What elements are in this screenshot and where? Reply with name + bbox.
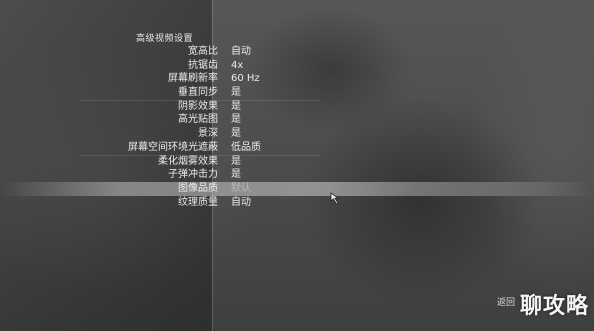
setting-value[interactable]: 是	[231, 168, 241, 182]
setting-label: 纹理质量	[178, 196, 218, 208]
setting-row-aspect-ratio[interactable]: 宽高比 自动	[0, 45, 594, 59]
setting-label: 子弹冲击力	[168, 169, 218, 181]
setting-value[interactable]: 默认	[231, 182, 251, 196]
setting-value[interactable]: 是	[231, 86, 241, 100]
setting-row-depth-of-field[interactable]: 景深 是	[0, 127, 594, 141]
mouse-cursor-icon	[330, 192, 340, 205]
back-button[interactable]: 返回	[497, 295, 515, 308]
setting-row-anti-aliasing[interactable]: 抗锯齿 4x	[0, 59, 594, 73]
setting-value[interactable]: 是	[231, 127, 241, 141]
setting-row-image-quality[interactable]: 图像品质 默认	[0, 181, 594, 196]
setting-label: 屏幕刷新率	[168, 73, 218, 85]
setting-row-specular-maps[interactable]: 高光贴图 是	[0, 113, 594, 127]
setting-row-bullet-impact[interactable]: 子弹冲击力 是	[0, 168, 594, 182]
watermark-logo: 聊攻略	[520, 294, 590, 319]
setting-row-vsync[interactable]: 垂直同步 是	[0, 86, 594, 100]
setting-row-shadows[interactable]: 阴影效果 是	[0, 99, 594, 114]
setting-value[interactable]: 是	[231, 155, 241, 169]
setting-value[interactable]: 自动	[231, 45, 251, 59]
setting-value[interactable]: 60 Hz	[231, 72, 260, 86]
setting-value[interactable]: 低品质	[231, 141, 261, 155]
setting-label: 垂直同步	[178, 87, 218, 99]
setting-value[interactable]: 自动	[231, 196, 251, 210]
setting-label: 高光贴图	[178, 114, 218, 126]
setting-label: 抗锯齿	[188, 59, 218, 71]
setting-label: 屏幕空间环境光遮蔽	[128, 141, 218, 153]
setting-label: 图像品质	[178, 182, 218, 194]
setting-label: 阴影效果	[178, 100, 218, 112]
settings-list: 宽高比 自动 抗锯齿 4x 屏幕刷新率 60 Hz 垂直同步 是 阴影效果 是 …	[0, 45, 594, 209]
setting-label: 宽高比	[188, 46, 218, 57]
setting-label: 柔化烟雾效果	[158, 155, 218, 167]
setting-row-ssao[interactable]: 屏幕空间环境光遮蔽 低品质	[0, 141, 594, 155]
setting-row-refresh-rate[interactable]: 屏幕刷新率 60 Hz	[0, 72, 594, 86]
setting-value[interactable]: 是	[231, 100, 241, 114]
setting-value[interactable]: 是	[231, 113, 241, 127]
setting-row-soft-smoke[interactable]: 柔化烟雾效果 是	[0, 154, 594, 169]
setting-label: 景深	[198, 128, 218, 140]
setting-row-texture-quality[interactable]: 纹理质量 自动	[0, 196, 594, 210]
menu-title: 高级视频设置	[136, 34, 194, 44]
setting-value[interactable]: 4x	[231, 59, 243, 73]
